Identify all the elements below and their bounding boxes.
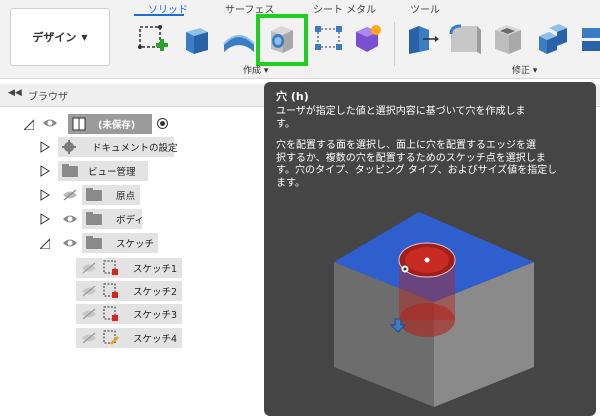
tooltip-description-line: す。穴のタイプ、タッピング タイプ、およびサイズ値を指定し — [276, 165, 558, 176]
tooltip-summary-line: す。 — [276, 118, 295, 130]
sketch-row[interactable]: スケッチ1 — [76, 258, 182, 278]
browser-item-sketches[interactable]: スケッチ — [0, 233, 260, 253]
tab-sheet-metal[interactable]: シート メタル — [313, 1, 376, 16]
split-icon — [582, 28, 600, 51]
tooltip-summary-line: ユーザが指定した値と選択内容に基づいて穴を作成しま — [276, 106, 526, 117]
tooltip-description-line: 択するか、複数の穴を配置するためのスケッチ点を選択しま — [276, 152, 546, 164]
shell-button[interactable] — [491, 22, 525, 56]
folder-icon — [62, 164, 78, 177]
extrude-button[interactable] — [180, 22, 214, 56]
active-tab-indicator — [134, 14, 184, 16]
browser-item-origin[interactable]: 原点 — [0, 185, 260, 205]
press-pull-button[interactable] — [405, 22, 439, 56]
press-pull-icon — [409, 26, 439, 54]
collapsed-triangle-icon[interactable] — [40, 189, 50, 201]
chevron-down-icon: ▼ — [81, 32, 88, 42]
root-document-box[interactable]: (未保存) — [68, 114, 152, 134]
browser-title: ブラウザ — [28, 92, 68, 103]
workspace-label: デザイン — [32, 31, 77, 44]
expanded-triangle-icon[interactable] — [40, 237, 50, 249]
create-group-label[interactable]: 作成 ▾ — [243, 63, 268, 76]
revolve-icon — [223, 35, 255, 52]
sketch-box[interactable]: スケッチ4 — [76, 328, 182, 348]
tooltip-title: 穴 (h) — [276, 90, 309, 103]
eye-hidden-icon[interactable] — [81, 262, 97, 274]
toolbar: デザイン ▼ ソリッド サーフェス シート メタル ツール 作成 ▾ 修正 ▾ — [0, 0, 600, 79]
tooltip-description-line: 穴を配置する面を選択し、面上に穴を配置するエッジを選 — [276, 140, 536, 151]
sketch-label: スケッチ3 — [133, 310, 178, 321]
hole-illustration — [334, 212, 534, 407]
browser-root-row[interactable]: (未保存) — [0, 114, 260, 134]
eye-hidden-icon[interactable] — [62, 189, 78, 201]
browser-item-bodies[interactable]: ボディ — [0, 209, 260, 229]
eye-icon[interactable] — [42, 117, 58, 129]
item-label: ドキュメントの設定 — [92, 143, 178, 154]
collapsed-triangle-icon[interactable] — [40, 213, 50, 225]
eye-hidden-icon[interactable] — [81, 308, 97, 320]
create-form-button[interactable] — [350, 22, 384, 56]
gear-icon — [62, 140, 76, 154]
eye-icon[interactable] — [62, 213, 78, 225]
split-button[interactable] — [580, 22, 600, 56]
eye-icon[interactable] — [62, 237, 78, 249]
browser-item-view-management[interactable]: ビュー管理 — [0, 161, 260, 181]
folder-icon — [86, 188, 102, 201]
highlight-frame — [256, 14, 308, 66]
root-document-label: (未保存) — [98, 120, 136, 131]
sketch-row[interactable]: スケッチ4 — [76, 328, 182, 348]
revolve-button[interactable] — [222, 22, 256, 56]
sketch-lock-icon — [103, 260, 118, 275]
tooltip-summary: ユーザが指定した値と選択内容に基づいて穴を作成しま す。 — [276, 106, 592, 131]
sketch-box[interactable]: スケッチ1 — [76, 258, 182, 278]
hole-tooltip: 穴 (h) ユーザが指定した値と選択内容に基づいて穴を作成しま す。 穴を配置す… — [264, 82, 596, 416]
item-label: ボディ — [116, 215, 144, 226]
sketch-label: スケッチ1 — [133, 264, 178, 275]
collapsed-triangle-icon[interactable] — [40, 165, 50, 177]
sketch-box[interactable]: スケッチ2 — [76, 281, 182, 301]
sketch-icon — [138, 25, 168, 51]
item-box[interactable]: 原点 — [82, 185, 140, 205]
pattern-icon — [315, 26, 342, 50]
sketch-label: スケッチ4 — [133, 334, 178, 345]
sketch-box[interactable]: スケッチ3 — [76, 304, 182, 324]
sketch-lock-icon — [103, 283, 118, 298]
extrude-icon — [186, 28, 208, 54]
item-label: スケッチ — [116, 239, 155, 250]
folder-icon — [86, 212, 102, 225]
sketch-lock-icon — [103, 306, 118, 321]
group-separator — [394, 22, 395, 66]
eye-hidden-icon[interactable] — [81, 332, 97, 344]
combine-button[interactable] — [535, 22, 569, 56]
create-form-icon — [356, 25, 381, 52]
expanded-triangle-icon[interactable] — [24, 118, 34, 130]
create-sketch-button[interactable] — [136, 22, 170, 56]
document-cube-icon — [72, 117, 86, 131]
browser-item-document-settings[interactable]: ドキュメントの設定 — [0, 137, 260, 157]
item-box[interactable]: ボディ — [82, 209, 144, 229]
folder-icon — [86, 236, 102, 249]
combine-icon — [539, 24, 567, 54]
shell-icon — [495, 25, 521, 54]
workspace-dropdown[interactable]: デザイン ▼ — [10, 8, 110, 66]
tooltip-description-line: ます。 — [276, 177, 305, 189]
fillet-icon — [449, 24, 481, 54]
pattern-button[interactable] — [312, 22, 346, 56]
tab-tools[interactable]: ツール — [410, 1, 440, 16]
modify-group-label[interactable]: 修正 ▾ — [512, 63, 537, 76]
tooltip-description: 穴を配置する面を選択し、面上に穴を配置するエッジを選 択するか、複数の穴を配置す… — [276, 140, 592, 190]
item-box[interactable]: ビュー管理 — [58, 161, 148, 181]
eye-hidden-icon[interactable] — [81, 285, 97, 297]
sketch-row[interactable]: スケッチ3 — [76, 304, 182, 324]
item-box[interactable]: ドキュメントの設定 — [58, 137, 178, 157]
sketch-edit-icon — [103, 330, 119, 345]
item-label: 原点 — [116, 191, 136, 202]
item-box[interactable]: スケッチ — [82, 233, 158, 253]
sketch-label: スケッチ2 — [133, 287, 178, 298]
fillet-button[interactable] — [447, 22, 481, 56]
collapse-double-arrow-icon[interactable]: ◀◀ — [8, 88, 22, 98]
item-label: ビュー管理 — [88, 167, 136, 178]
collapsed-triangle-icon[interactable] — [40, 141, 50, 153]
sketch-row[interactable]: スケッチ2 — [76, 281, 182, 301]
active-radio-icon[interactable] — [157, 118, 168, 129]
